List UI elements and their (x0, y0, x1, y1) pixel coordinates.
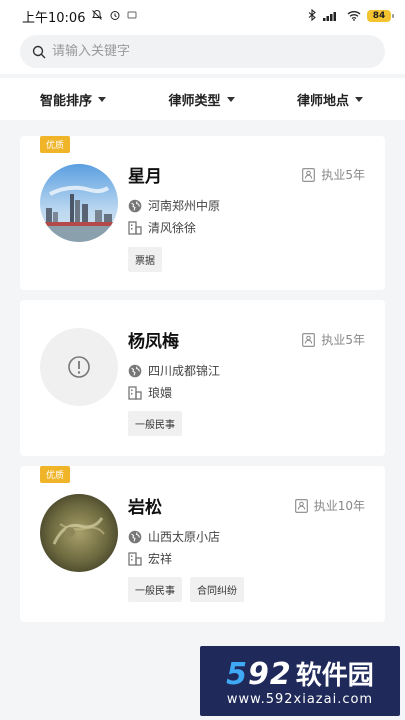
id-card-icon (302, 167, 316, 182)
bluetooth-icon (308, 8, 317, 23)
lawyer-card[interactable]: 优质 岩松 执业10年 山西太原小店 宏祥 一般民事 合同纠纷 (20, 466, 385, 622)
practice-years-text: 执业5年 (321, 333, 365, 347)
quality-badge: 优质 (40, 466, 70, 483)
filter-bar: 智能排序 律师类型 律师地点 (0, 78, 405, 120)
lawyer-card[interactable]: 优质 星月 执业5年 河南郑州中原 清风徐徐 票据 (20, 136, 385, 290)
exclamation-circle-icon (68, 356, 90, 378)
filter-lawyer-location-label: 律师地点 (296, 93, 349, 109)
quality-badge: 优质 (40, 136, 70, 153)
building-icon (128, 220, 142, 235)
practice-years-text: 执业10年 (313, 499, 365, 513)
location-text: 四川成都锦江 (148, 364, 221, 378)
firm-row: 琅嬛 (128, 384, 172, 401)
signal-icon (323, 10, 341, 23)
id-card-icon (302, 332, 316, 347)
lawyer-name: 星月 (128, 167, 162, 187)
globe-icon (128, 364, 142, 377)
filter-sort-label: 智能排序 (40, 93, 93, 109)
avatar-placeholder (40, 328, 118, 406)
location-row: 山西太原小店 (128, 528, 220, 545)
practice-years: 执业10年 (294, 497, 365, 514)
globe-icon (128, 199, 142, 212)
lawyer-name: 岩松 (128, 498, 162, 518)
avatar (40, 164, 118, 242)
alarm-clock-icon (109, 9, 121, 23)
watermark-number: 592 (226, 657, 292, 692)
tag-list: 票据 (128, 247, 162, 272)
location-text: 山西太原小店 (148, 530, 221, 544)
caret-down-icon (354, 96, 363, 102)
practice-years: 执业5年 (302, 331, 365, 348)
search-box[interactable] (20, 35, 385, 68)
tag-list: 一般民事 合同纠纷 (128, 577, 244, 602)
wifi-icon (347, 10, 361, 23)
filter-lawyer-location[interactable]: 律师地点 (297, 90, 363, 109)
status-time: 上午10:06 (22, 10, 86, 26)
location-row: 四川成都锦江 (128, 362, 220, 379)
practice-tag: 合同纠纷 (190, 577, 244, 602)
firm-row: 清风徐徐 (128, 219, 196, 236)
filter-lawyer-type[interactable]: 律师类型 (168, 90, 235, 109)
site-watermark: 592 软件园 www.592xiazai.com (200, 646, 400, 716)
tag-list: 一般民事 (128, 411, 182, 436)
watermark-brand-text: 软件园 (295, 661, 374, 691)
battery-icon: 84 (367, 10, 394, 22)
search-input[interactable] (52, 44, 352, 59)
id-card-icon (294, 498, 308, 513)
location-row: 河南郑州中原 (128, 197, 220, 214)
globe-icon (128, 530, 142, 543)
filter-lawyer-type-label: 律师类型 (168, 93, 221, 109)
location-text: 河南郑州中原 (148, 199, 221, 213)
firm-row: 宏祥 (128, 550, 172, 567)
practice-tag: 一般民事 (128, 577, 182, 602)
building-icon (128, 385, 142, 400)
status-bar: 上午10:06 84 (0, 0, 405, 32)
practice-tag: 一般民事 (128, 411, 182, 436)
practice-years: 执业5年 (302, 166, 365, 183)
avatar (40, 494, 118, 572)
search-bar (0, 32, 405, 74)
lawyer-card[interactable]: 杨凤梅 执业5年 四川成都锦江 琅嬛 一般民事 (20, 300, 385, 456)
search-icon (32, 45, 46, 58)
firm-text: 琅嬛 (148, 386, 173, 400)
practice-years-text: 执业5年 (321, 168, 365, 182)
filter-sort[interactable]: 智能排序 (40, 90, 107, 109)
firm-text: 宏祥 (148, 552, 173, 566)
lawyer-name: 杨凤梅 (128, 332, 179, 352)
watermark-url: www.592xiazai.com (226, 692, 374, 707)
caret-down-icon (226, 96, 235, 102)
caret-down-icon (98, 96, 107, 102)
firm-text: 清风徐徐 (148, 221, 197, 235)
mute-bell-icon (91, 9, 103, 23)
building-icon (128, 551, 142, 566)
practice-tag: 票据 (128, 247, 162, 272)
notification-icon (127, 10, 137, 22)
